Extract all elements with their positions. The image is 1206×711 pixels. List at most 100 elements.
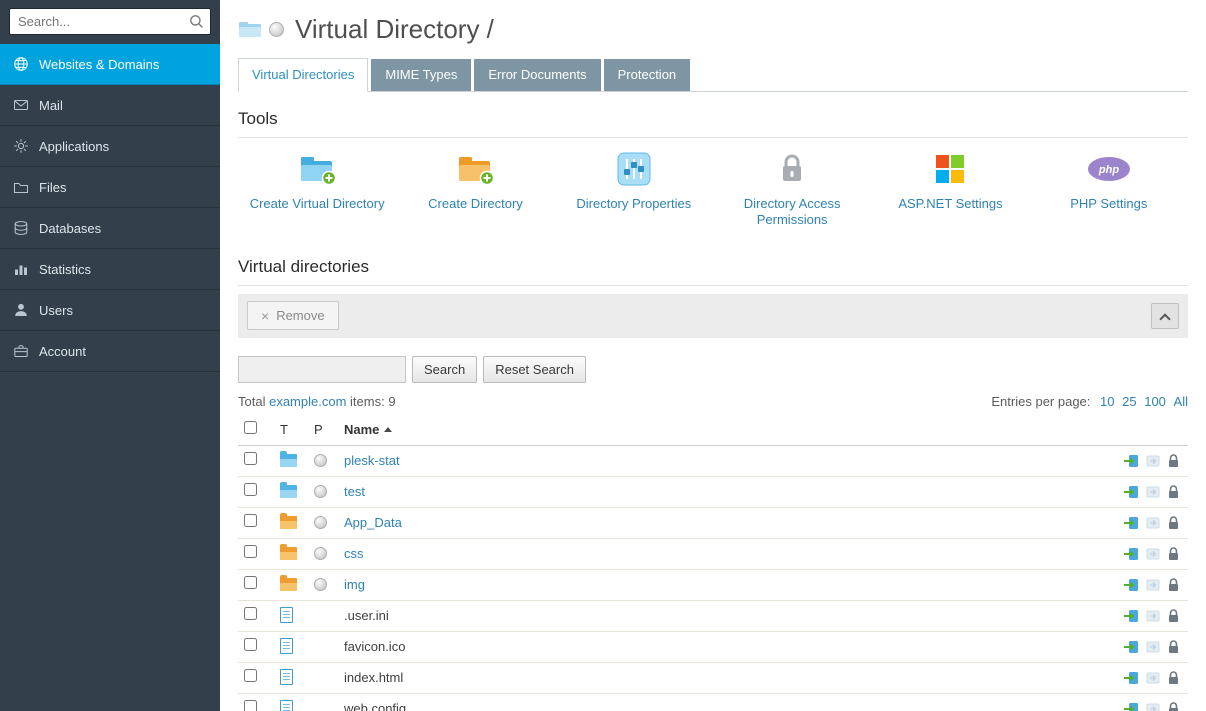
column-type[interactable]: T bbox=[280, 422, 314, 437]
row-checkbox[interactable] bbox=[244, 483, 257, 496]
open-in-browser-icon[interactable] bbox=[1123, 453, 1139, 469]
permissions-lock-icon[interactable] bbox=[1167, 484, 1180, 500]
sidebar-item-websites-domains[interactable]: Websites & Domains bbox=[0, 44, 220, 85]
open-in-browser-icon[interactable] bbox=[1123, 639, 1139, 655]
list-search-button[interactable]: Search bbox=[412, 356, 477, 383]
remove-button[interactable]: × Remove bbox=[247, 301, 339, 330]
open-in-browser-icon[interactable] bbox=[1123, 670, 1139, 686]
chevron-up-icon bbox=[1159, 313, 1170, 324]
row-checkbox-cell bbox=[244, 700, 280, 711]
preview-icon[interactable] bbox=[1145, 670, 1161, 686]
row-checkbox[interactable] bbox=[244, 607, 257, 620]
entries-option-all[interactable]: All bbox=[1174, 394, 1188, 409]
row-checkbox[interactable] bbox=[244, 545, 257, 558]
sidebar-item-mail[interactable]: Mail bbox=[0, 85, 220, 126]
main-content: Virtual Directory / Virtual Directories … bbox=[220, 0, 1206, 711]
tool-directory-access-permissions[interactable]: Directory Access Permissions bbox=[713, 148, 871, 229]
item-name-link[interactable]: index.html bbox=[344, 670, 403, 685]
item-name-link[interactable]: plesk-stat bbox=[344, 453, 400, 468]
permissions-lock-icon[interactable] bbox=[1167, 639, 1180, 655]
sidebar-item-label: Statistics bbox=[39, 262, 91, 277]
preview-icon[interactable] bbox=[1145, 484, 1161, 500]
column-protection[interactable]: P bbox=[314, 422, 344, 437]
list-search-input[interactable] bbox=[238, 356, 406, 383]
preview-icon[interactable] bbox=[1145, 453, 1161, 469]
open-in-browser-icon[interactable] bbox=[1123, 546, 1139, 562]
row-actions bbox=[1072, 546, 1182, 562]
tab-protection[interactable]: Protection bbox=[604, 59, 691, 91]
row-checkbox-cell bbox=[244, 545, 280, 563]
row-checkbox[interactable] bbox=[244, 514, 257, 527]
tool-php-settings[interactable]: php PHP Settings bbox=[1030, 148, 1188, 229]
open-in-browser-icon[interactable] bbox=[1123, 577, 1139, 593]
row-checkbox[interactable] bbox=[244, 576, 257, 589]
preview-icon[interactable] bbox=[1145, 608, 1161, 624]
item-name-link[interactable]: test bbox=[344, 484, 365, 499]
row-checkbox-cell bbox=[244, 638, 280, 656]
item-name-link[interactable]: favicon.ico bbox=[344, 639, 405, 654]
entries-option-25[interactable]: 25 bbox=[1122, 394, 1136, 409]
table-row: img bbox=[238, 570, 1188, 601]
sidebar-item-users[interactable]: Users bbox=[0, 290, 220, 331]
tools-row: Create Virtual Directory Create Director… bbox=[238, 148, 1188, 229]
row-name-cell: web.config bbox=[344, 700, 1072, 711]
sidebar-search-input[interactable] bbox=[9, 8, 211, 35]
tool-create-virtual-directory[interactable]: Create Virtual Directory bbox=[238, 148, 396, 229]
list-heading: Virtual directories bbox=[238, 257, 1188, 277]
reset-search-button[interactable]: Reset Search bbox=[483, 356, 586, 383]
open-in-browser-icon[interactable] bbox=[1123, 608, 1139, 624]
user-icon bbox=[13, 302, 29, 318]
permissions-lock-icon[interactable] bbox=[1167, 546, 1180, 562]
item-type-icon bbox=[280, 669, 293, 685]
row-checkbox[interactable] bbox=[244, 452, 257, 465]
preview-icon[interactable] bbox=[1145, 577, 1161, 593]
sidebar-item-label: Applications bbox=[39, 139, 109, 154]
row-checkbox[interactable] bbox=[244, 638, 257, 651]
column-name[interactable]: Name bbox=[344, 422, 1072, 437]
tab-error-documents[interactable]: Error Documents bbox=[474, 59, 600, 91]
item-name-link[interactable]: img bbox=[344, 577, 365, 592]
open-in-browser-icon[interactable] bbox=[1123, 484, 1139, 500]
permissions-lock-icon[interactable] bbox=[1167, 577, 1180, 593]
sidebar-item-files[interactable]: Files bbox=[0, 167, 220, 208]
item-name-link[interactable]: css bbox=[344, 546, 364, 561]
domain-link[interactable]: example.com bbox=[269, 394, 346, 409]
row-checkbox-cell bbox=[244, 452, 280, 470]
tool-directory-properties[interactable]: Directory Properties bbox=[555, 148, 713, 229]
sidebar-item-statistics[interactable]: Statistics bbox=[0, 249, 220, 290]
row-actions bbox=[1072, 701, 1182, 711]
tab-virtual-directories[interactable]: Virtual Directories bbox=[238, 58, 368, 92]
entries-option-10[interactable]: 10 bbox=[1100, 394, 1114, 409]
open-in-browser-icon[interactable] bbox=[1123, 701, 1139, 711]
permissions-lock-icon[interactable] bbox=[1167, 608, 1180, 624]
item-name-link[interactable]: .user.ini bbox=[344, 608, 389, 623]
preview-icon[interactable] bbox=[1145, 701, 1161, 711]
search-icon[interactable] bbox=[189, 14, 204, 29]
item-name-link[interactable]: App_Data bbox=[344, 515, 402, 530]
permissions-lock-icon[interactable] bbox=[1167, 515, 1180, 531]
permissions-lock-icon[interactable] bbox=[1167, 670, 1180, 686]
permissions-lock-icon[interactable] bbox=[1167, 701, 1180, 711]
sidebar-item-databases[interactable]: Databases bbox=[0, 208, 220, 249]
protection-sphere-icon bbox=[314, 516, 327, 529]
item-name-link[interactable]: web.config bbox=[344, 701, 406, 711]
row-name-cell: App_Data bbox=[344, 514, 1072, 532]
tab-mime-types[interactable]: MIME Types bbox=[371, 59, 471, 91]
sidebar-item-applications[interactable]: Applications bbox=[0, 126, 220, 167]
open-in-browser-icon[interactable] bbox=[1123, 515, 1139, 531]
collapse-toolbar-button[interactable] bbox=[1151, 303, 1179, 329]
tab-bar: Virtual Directories MIME Types Error Doc… bbox=[238, 58, 1188, 92]
preview-icon[interactable] bbox=[1145, 546, 1161, 562]
divider bbox=[238, 137, 1188, 138]
tool-create-directory[interactable]: Create Directory bbox=[396, 148, 554, 229]
select-all-checkbox[interactable] bbox=[244, 421, 257, 434]
preview-icon[interactable] bbox=[1145, 515, 1161, 531]
permissions-lock-icon[interactable] bbox=[1167, 453, 1180, 469]
row-type-cell bbox=[280, 452, 314, 470]
row-checkbox[interactable] bbox=[244, 700, 257, 711]
tool-aspnet-settings[interactable]: ASP.NET Settings bbox=[871, 148, 1029, 229]
entries-option-100[interactable]: 100 bbox=[1144, 394, 1166, 409]
preview-icon[interactable] bbox=[1145, 639, 1161, 655]
row-checkbox[interactable] bbox=[244, 669, 257, 682]
sidebar-item-account[interactable]: Account bbox=[0, 331, 220, 372]
